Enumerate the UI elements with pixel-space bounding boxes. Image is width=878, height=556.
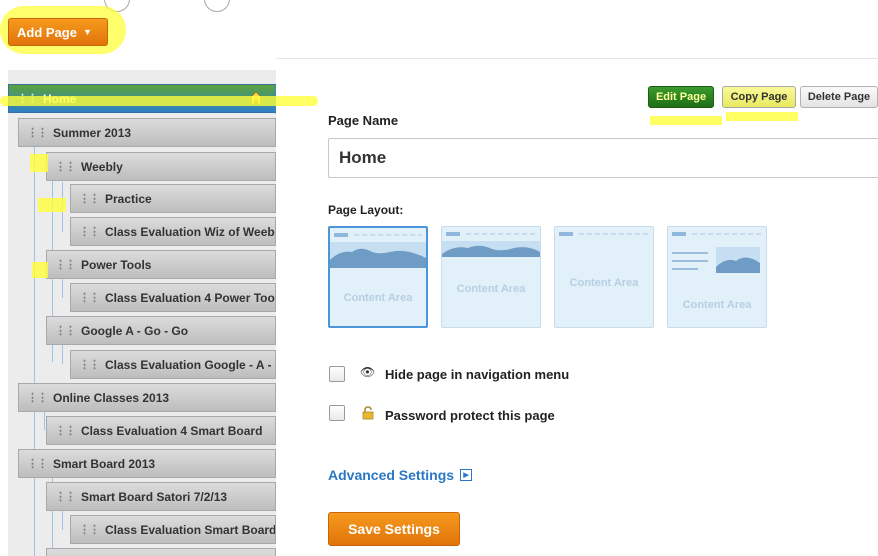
tree-item-power-tools[interactable]: ⋮⋮ Power Tools (46, 250, 276, 279)
tree-item-label: Weebly (81, 159, 123, 174)
expand-arrow-icon: ▶ (460, 469, 473, 481)
drag-handle-icon[interactable]: ⋮⋮ (27, 457, 48, 470)
add-page-label: Add Page (17, 24, 77, 40)
layout-thumbnail (330, 233, 426, 268)
tree-item-next[interactable] (46, 548, 276, 556)
highlight-mark (30, 154, 48, 172)
tree-connector (62, 344, 63, 364)
save-settings-button[interactable]: Save Settings (328, 512, 460, 546)
tree-item-class-eval-power-tools[interactable]: ⋮⋮ Class Evaluation 4 Power Tools (70, 283, 276, 312)
drag-handle-icon[interactable]: ⋮⋮ (55, 490, 76, 503)
tree-connector (62, 510, 63, 530)
highlight-mark (726, 112, 798, 121)
drag-handle-icon[interactable]: ⋮⋮ (79, 291, 100, 304)
tree-item-class-eval-smart-board[interactable]: ⋮⋮ Class Evaluation Smart Board (70, 515, 276, 544)
tree-item-label: Class Evaluation 4 Smart Board (81, 423, 263, 438)
advanced-settings-link[interactable]: Advanced Settings ▶ (328, 467, 473, 483)
content-area-label: Content Area (569, 277, 639, 289)
drag-handle-icon[interactable]: ⋮⋮ (27, 391, 48, 404)
tree-item-google[interactable]: ⋮⋮ Google A - Go - Go (46, 316, 276, 345)
advanced-settings-label: Advanced Settings (328, 467, 455, 483)
header-divider (276, 58, 878, 59)
password-protect-label: Password protect this page (385, 408, 555, 423)
tree-item-summer-2013[interactable]: ⋮⋮ Summer 2013 (18, 118, 276, 147)
lock-icon (362, 406, 374, 420)
page-tree: ⋮⋮ Home ⋮⋮ Summer 2013 ⋮⋮ Weebly ⋮⋮ Prac… (8, 70, 276, 556)
highlight-mark (32, 262, 48, 278)
tree-item-label: Class Evaluation Wiz of Weebly (105, 224, 276, 239)
content-area-label: Content Area (343, 292, 413, 304)
layout-thumbnail (442, 232, 540, 257)
tree-connector (44, 410, 45, 430)
drag-handle-icon[interactable]: ⋮⋮ (79, 225, 100, 238)
drag-handle-icon[interactable]: ⋮⋮ (55, 160, 76, 173)
tree-item-class-eval-wiz[interactable]: ⋮⋮ Class Evaluation Wiz of Weebly (70, 217, 276, 246)
eye-icon: 👁 (360, 365, 376, 379)
layout-thumbnail (672, 232, 762, 273)
layout-option-no-header[interactable]: Content Area (554, 226, 654, 328)
tree-item-weebly[interactable]: ⋮⋮ Weebly (46, 152, 276, 181)
weebly-pages-editor: Add Page ▼ ⋮⋮ Home ⋮⋮ Summer 2013 ⋮⋮ Wee… (0, 0, 878, 556)
layout-option-small-banner[interactable]: Content Area (441, 226, 541, 328)
hide-in-nav-label: Hide page in navigation menu (385, 367, 570, 382)
password-protect-checkbox[interactable] (329, 405, 345, 421)
page-layout-label: Page Layout: (328, 203, 404, 217)
drag-handle-icon[interactable]: ⋮⋮ (55, 258, 76, 271)
tree-item-label: Google A - Go - Go (81, 323, 189, 338)
tree-item-practice[interactable]: ⋮⋮ Practice (70, 184, 276, 213)
drag-handle-icon[interactable]: ⋮⋮ (55, 424, 76, 437)
drag-handle-icon[interactable]: ⋮⋮ (55, 324, 76, 337)
tree-item-label: Class Evaluation Smart Board (105, 522, 276, 537)
tree-item-label: Practice (105, 191, 152, 206)
content-area-label: Content Area (682, 299, 752, 311)
tree-item-class-eval-smart-board-4[interactable]: ⋮⋮ Class Evaluation 4 Smart Board (46, 416, 276, 445)
tree-connector (62, 278, 63, 298)
copy-page-button[interactable]: Copy Page (722, 86, 796, 108)
edit-page-button[interactable]: Edit Page (648, 86, 714, 108)
tree-item-label: Class Evaluation 4 Power Tools (105, 290, 276, 305)
tree-item-label: Smart Board 2013 (53, 456, 156, 471)
tree-item-label: Class Evaluation Google - A - Go - Go (105, 357, 275, 372)
drag-handle-icon[interactable]: ⋮⋮ (27, 126, 48, 139)
highlight-mark (0, 96, 318, 106)
chevron-down-icon: ▼ (82, 27, 92, 37)
content-area-label: Content Area (456, 283, 526, 295)
tree-item-label: Power Tools (81, 257, 152, 272)
tree-item-smart-board-2013[interactable]: ⋮⋮ Smart Board 2013 (18, 449, 276, 478)
drag-handle-icon[interactable]: ⋮⋮ (79, 358, 100, 371)
tree-item-label: Smart Board Satori 7/2/13 (81, 489, 228, 504)
highlight-mark (650, 116, 722, 125)
delete-page-button[interactable]: Delete Page (800, 86, 878, 108)
tree-item-online-classes[interactable]: ⋮⋮ Online Classes 2013 (18, 383, 276, 412)
page-name-input[interactable]: Home (328, 138, 878, 178)
drag-handle-icon[interactable]: ⋮⋮ (79, 192, 100, 205)
tree-item-class-eval-google[interactable]: ⋮⋮ Class Evaluation Google - A - Go - Go (70, 350, 276, 379)
tree-item-smart-board-satori[interactable]: ⋮⋮ Smart Board Satori 7/2/13 (46, 482, 276, 511)
tree-item-label: Summer 2013 (53, 125, 132, 140)
add-page-button[interactable]: Add Page ▼ (8, 18, 108, 46)
drag-handle-icon[interactable]: ⋮⋮ (79, 523, 100, 536)
tree-item-label: Online Classes 2013 (53, 390, 170, 405)
page-name-label: Page Name (328, 113, 399, 128)
highlight-mark (38, 198, 66, 212)
layout-option-banner[interactable]: Content Area (328, 226, 428, 328)
tree-connector (34, 144, 35, 556)
hide-in-nav-checkbox[interactable] (329, 366, 345, 382)
layout-option-side-image[interactable]: Content Area (667, 226, 767, 328)
